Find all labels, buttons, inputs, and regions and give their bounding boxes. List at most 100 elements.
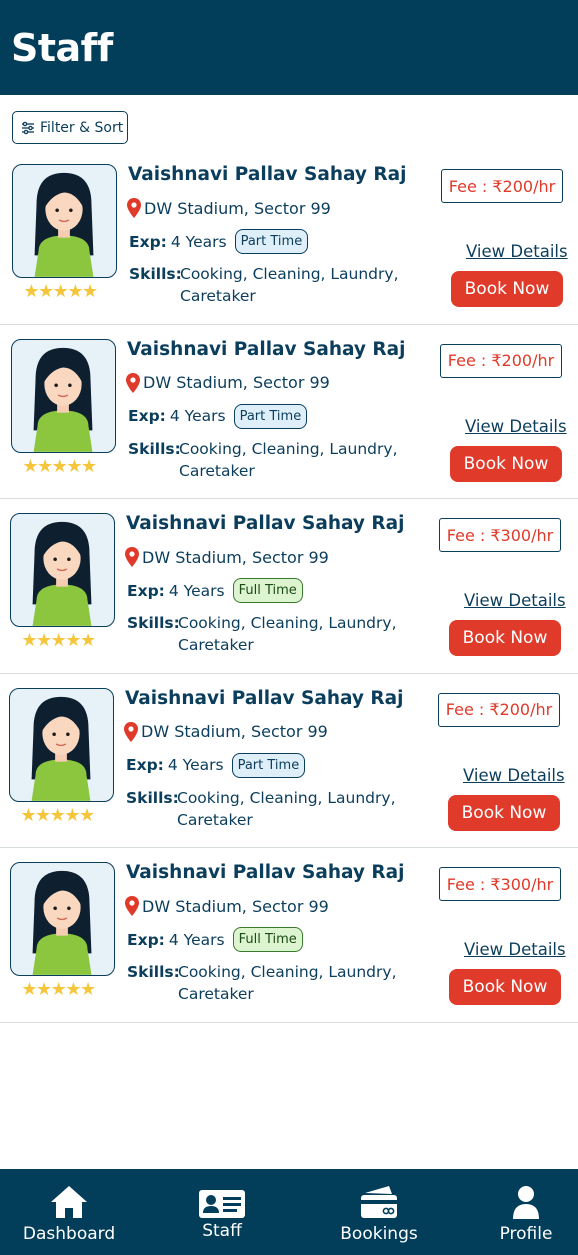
woman-avatar-icon (34, 172, 94, 277)
skills-value: Cooking, Cleaning, Laundry, Caretaker (178, 614, 397, 654)
book-now-button[interactable]: Book Now (450, 445, 562, 482)
filter-sort-button[interactable]: Filter & Sort (12, 111, 128, 144)
woman-avatar-icon (32, 870, 92, 975)
exp-label: Exp: (126, 756, 164, 774)
page-title: Staff (11, 26, 113, 70)
skills-value: Cooking, Cleaning, Laundry, Caretaker (177, 788, 396, 829)
fee-box: Fee : ₹300/hr (439, 867, 561, 901)
exp-value: 4 Years (167, 756, 224, 774)
skills-row: Skills: Cooking, Cleaning, Laundry, Care… (128, 438, 404, 482)
staff-card: ★★★★★ Vaishnavi Pallav Sahay Raj DW Stad… (0, 499, 578, 674)
staff-card: ★★★★★ Vaishnavi Pallav Sahay Raj DW Stad… (0, 848, 578, 1023)
location-text: DW Stadium, Sector 99 (144, 198, 331, 218)
skills-label: Skills: (129, 265, 182, 283)
location-text: DW Stadium, Sector 99 (142, 896, 329, 916)
staff-card: ★★★★★ Vaishnavi Pallav Sahay Raj DW Stad… (0, 325, 578, 499)
rating-stars: ★★★★★ (22, 455, 97, 476)
skills-label: Skills: (127, 614, 180, 632)
bookings-icon (361, 1186, 397, 1218)
location-text: DW Stadium, Sector 99 (143, 373, 330, 392)
staff-name[interactable]: Vaishnavi Pallav Sahay Raj (126, 862, 405, 883)
nav-profile[interactable]: Profile (494, 1169, 558, 1255)
location-pin-icon (125, 896, 139, 916)
exp-label: Exp: (127, 581, 165, 600)
fee-box: Fee : ₹200/hr (440, 343, 562, 378)
staff-list: ★★★★★ Vaishnavi Pallav Sahay Raj DW Stad… (0, 150, 578, 1023)
bottom-nav: Dashboard Staff Bookings Profile (0, 1169, 578, 1255)
sliders-icon (22, 121, 34, 134)
book-now-button[interactable]: Book Now (448, 794, 560, 831)
staff-avatar[interactable] (11, 338, 116, 453)
staff-card: ★★★★★ Vaishnavi Pallav Sahay Raj DW Stad… (0, 150, 578, 325)
nav-staff[interactable]: Staff (182, 1169, 262, 1255)
skills-value: Cooking, Cleaning, Laundry, Caretaker (178, 963, 397, 1003)
rating-stars: ★★★★★ (21, 979, 96, 999)
staff-name[interactable]: Vaishnavi Pallav Sahay Raj (125, 688, 404, 709)
view-details-link[interactable]: View Details (464, 591, 566, 610)
exp-value: 4 Years (169, 407, 226, 425)
staff-location: DW Stadium, Sector 99 (126, 372, 330, 393)
fee-box: Fee : ₹200/hr (441, 169, 563, 203)
skills-label: Skills: (126, 788, 179, 807)
view-details-link[interactable]: View Details (466, 242, 568, 261)
woman-avatar-icon (33, 347, 93, 452)
view-details-link[interactable]: View Details (463, 766, 565, 785)
filter-sort-label: Filter & Sort (40, 119, 124, 136)
staff-location: DW Stadium, Sector 99 (125, 896, 329, 916)
job-type-badge: Full Time (232, 578, 303, 603)
rating-stars: ★★★★★ (21, 630, 96, 650)
exp-label: Exp: (128, 407, 166, 425)
profile-icon (513, 1186, 539, 1219)
rating-stars: ★★★★★ (20, 804, 95, 825)
skills-label: Skills: (128, 439, 181, 458)
skills-row: Skills: Cooking, Cleaning, Laundry, Care… (129, 263, 405, 307)
staff-card-icon (199, 1190, 245, 1218)
staff-avatar[interactable] (9, 687, 114, 802)
woman-avatar-icon (31, 696, 91, 801)
skills-row: Skills: Cooking, Cleaning, Laundry, Care… (127, 612, 403, 656)
nav-label: Profile (499, 1224, 553, 1244)
nav-label: Dashboard (22, 1224, 116, 1244)
location-pin-icon (124, 721, 138, 742)
staff-avatar[interactable] (10, 862, 115, 976)
job-type-badge: Full Time (232, 927, 303, 952)
nav-label: Bookings (340, 1224, 418, 1244)
experience-row: Exp: 4 Years Part Time (126, 752, 306, 778)
skills-label: Skills: (127, 963, 180, 981)
job-type-badge: Part Time (233, 403, 308, 429)
staff-name[interactable]: Vaishnavi Pallav Sahay Raj (128, 164, 407, 185)
staff-name[interactable]: Vaishnavi Pallav Sahay Raj (126, 513, 405, 534)
fee-box: Fee : ₹200/hr (438, 692, 560, 727)
skills-value: Cooking, Cleaning, Laundry, Caretaker (179, 439, 398, 480)
app-header: Staff (0, 0, 578, 95)
staff-location: DW Stadium, Sector 99 (125, 547, 329, 567)
staff-avatar[interactable] (10, 513, 115, 627)
exp-value: 4 Years (168, 930, 225, 949)
exp-label: Exp: (127, 930, 165, 949)
book-now-button[interactable]: Book Now (449, 620, 561, 656)
location-text: DW Stadium, Sector 99 (141, 722, 328, 741)
book-now-button[interactable]: Book Now (451, 271, 563, 307)
rating-stars: ★★★★★ (23, 281, 98, 301)
book-now-button[interactable]: Book Now (449, 969, 561, 1005)
location-text: DW Stadium, Sector 99 (142, 547, 329, 567)
experience-row: Exp: 4 Years Part Time (128, 403, 308, 429)
staff-card: ★★★★★ Vaishnavi Pallav Sahay Raj DW Stad… (0, 674, 578, 848)
exp-value: 4 Years (168, 581, 225, 600)
staff-name[interactable]: Vaishnavi Pallav Sahay Raj (127, 339, 406, 360)
woman-avatar-icon (32, 521, 92, 626)
view-details-link[interactable]: View Details (465, 417, 567, 436)
experience-row: Exp: 4 Years Full Time (127, 578, 303, 603)
staff-location: DW Stadium, Sector 99 (124, 721, 328, 742)
nav-bookings[interactable]: Bookings (336, 1169, 422, 1255)
nav-dashboard[interactable]: Dashboard (22, 1169, 116, 1255)
experience-row: Exp: 4 Years Part Time (129, 229, 309, 254)
skills-value: Cooking, Cleaning, Laundry, Caretaker (180, 265, 399, 305)
exp-value: 4 Years (170, 232, 227, 251)
view-details-link[interactable]: View Details (464, 940, 566, 959)
experience-row: Exp: 4 Years Full Time (127, 927, 303, 952)
skills-row: Skills: Cooking, Cleaning, Laundry, Care… (127, 961, 403, 1005)
skills-row: Skills: Cooking, Cleaning, Laundry, Care… (126, 787, 402, 831)
staff-avatar[interactable] (12, 164, 117, 278)
nav-label: Staff (202, 1221, 242, 1241)
